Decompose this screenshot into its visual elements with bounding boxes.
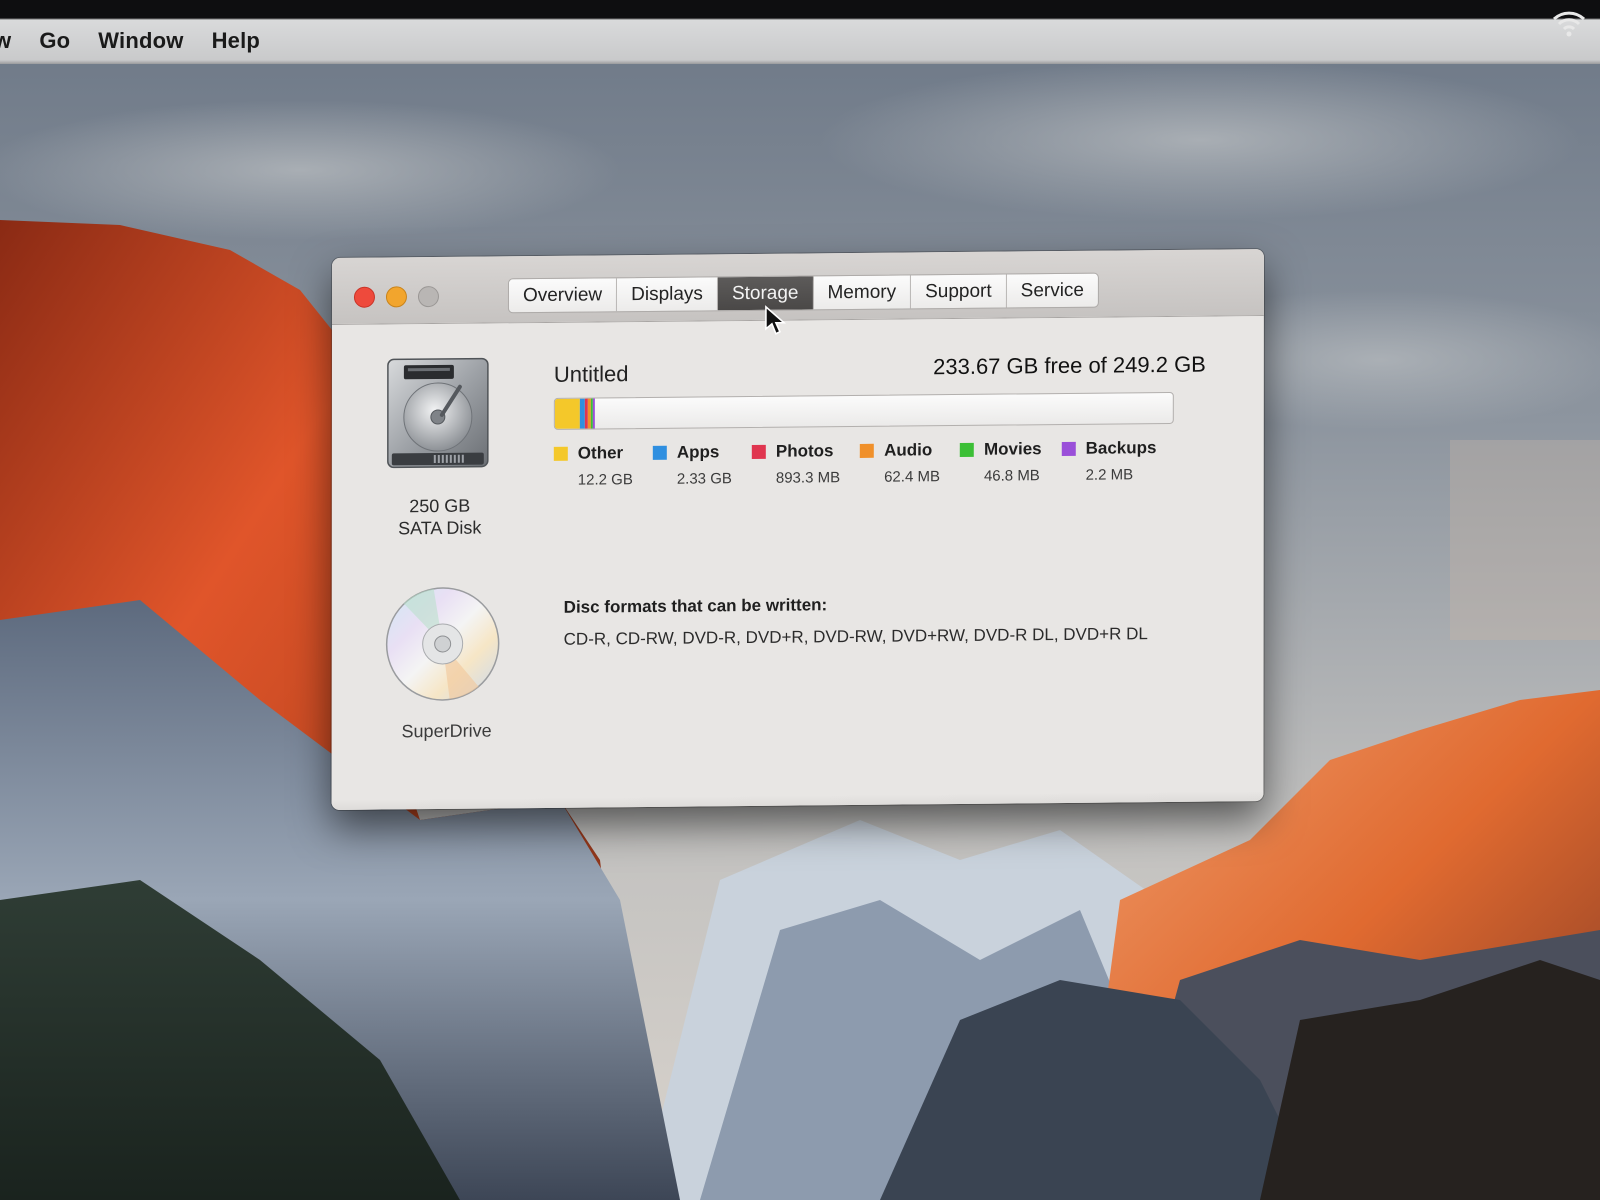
tab-displays[interactable]: Displays (617, 277, 718, 312)
disk-capacity: 250 GB (409, 495, 471, 517)
mouse-cursor-icon (765, 305, 786, 335)
menu-go[interactable]: Go (39, 28, 70, 54)
legend-label: Photos (775, 441, 834, 461)
tab-overview[interactable]: Overview (508, 278, 618, 313)
legend-item-audio: Audio 62.4 MB (860, 440, 940, 486)
minimize-button[interactable] (385, 286, 407, 308)
legend-label: Backups (1085, 438, 1157, 458)
legend-item-movies: Movies 46.8 MB (959, 439, 1042, 485)
about-this-mac-window: Overview Displays Storage Memory Support… (331, 249, 1264, 811)
legend-swatch (652, 445, 667, 460)
close-button[interactable] (353, 286, 375, 308)
legend-label: Movies (983, 439, 1042, 459)
legend-label: Other (577, 443, 624, 463)
legend-item-backups: Backups 2.2 MB (1061, 438, 1157, 484)
legend-value: 62.4 MB (884, 468, 940, 486)
legend-value: 893.3 MB (775, 469, 841, 487)
legend-value: 2.2 MB (1085, 466, 1134, 484)
legend-label: Audio (884, 440, 933, 460)
legend-swatch (751, 444, 766, 459)
legend-swatch (553, 446, 568, 461)
disk-size-label: 250 GB SATA Disk (372, 494, 508, 539)
superdrive-disc-icon (385, 587, 500, 701)
volume-name: Untitled (553, 361, 629, 387)
legend-swatch (1061, 441, 1076, 457)
storage-legend: Other 12.2 GB Apps 2.33 GB Photos 893.3 … (553, 438, 1177, 489)
disk-type: SATA Disk (398, 517, 482, 539)
legend-value: 12.2 GB (577, 471, 633, 489)
usage-segment-other (554, 398, 580, 429)
legend-swatch (959, 442, 974, 457)
legend-value: 46.8 MB (983, 467, 1040, 485)
hard-disk-icon (387, 357, 489, 469)
legend-item-photos: Photos 893.3 MB (751, 441, 841, 487)
legend-item-other: Other 12.2 GB (553, 443, 633, 489)
legend-swatch (860, 443, 875, 458)
zoom-button[interactable] (417, 285, 439, 308)
menu-window[interactable]: Window (98, 28, 183, 54)
window-titlebar: Overview Displays Storage Memory Support… (331, 249, 1264, 335)
tab-bar: Overview Displays Storage Memory Support… (507, 272, 1100, 314)
volume-free-space: 233.67 GB free of 249.2 GB (933, 351, 1206, 380)
legend-value: 2.33 GB (676, 470, 732, 488)
superdrive-label: SuperDrive (401, 720, 492, 742)
storage-usage-bar (553, 391, 1174, 430)
menu-bar: w Go Window Help (0, 0, 1600, 64)
legend-item-apps: Apps 2.33 GB (652, 442, 732, 488)
disc-formats-title: Disc formats that can be written: (563, 595, 828, 617)
tab-support[interactable]: Support (911, 274, 1007, 309)
menu-bar-items: w Go Window Help (0, 28, 260, 54)
tab-service[interactable]: Service (1007, 274, 1098, 308)
usage-segment-backups (592, 398, 595, 429)
wifi-icon[interactable] (1552, 10, 1586, 38)
tab-memory[interactable]: Memory (813, 275, 912, 310)
disc-formats-list: CD-R, CD-RW, DVD-R, DVD+R, DVD-RW, DVD+R… (563, 624, 1148, 649)
menu-help[interactable]: Help (212, 28, 260, 54)
menu-view-partial[interactable]: w (0, 28, 11, 54)
legend-label: Apps (676, 442, 720, 462)
